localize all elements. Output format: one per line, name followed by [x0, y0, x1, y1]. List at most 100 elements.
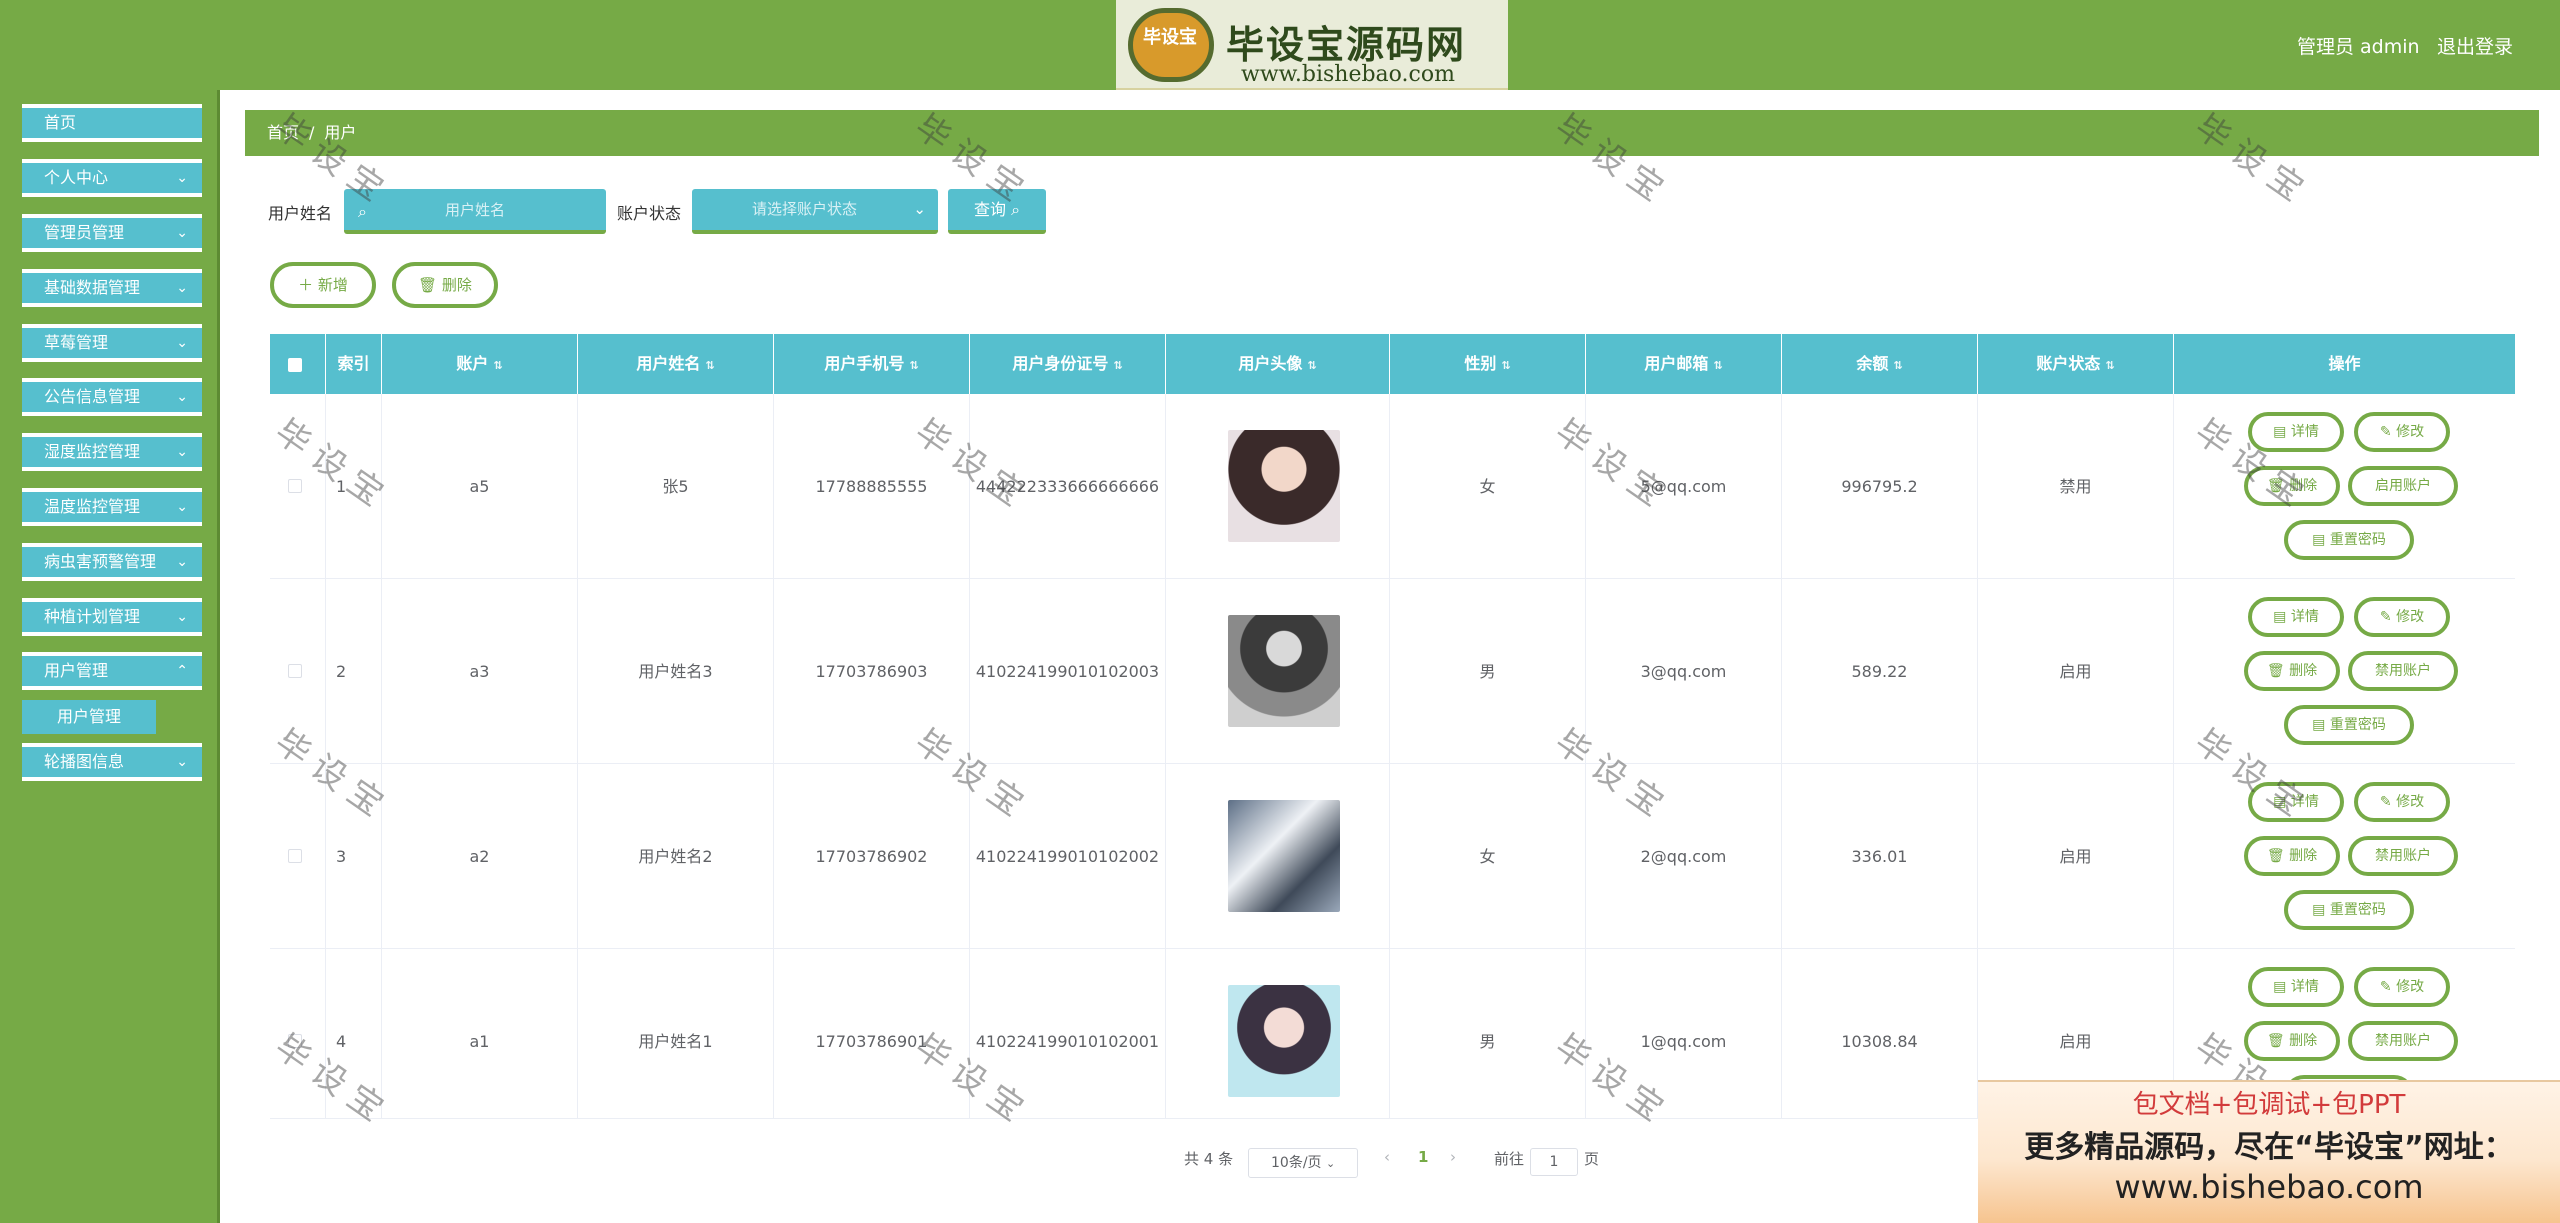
delete-button[interactable]: 🗑 删除 [2244, 466, 2340, 506]
cell-name: 用户姓名1 [578, 949, 774, 1118]
name-search-input[interactable] [344, 189, 606, 234]
sort-icon[interactable]: ⇅ [1501, 359, 1510, 372]
status-select-placeholder: 请选择账户状态 [752, 200, 858, 218]
sidebar-item-label: 基础数据管理 [44, 278, 141, 297]
toggle-account-button[interactable]: 启用账户 [2348, 466, 2458, 506]
chevron-down-icon: ⌄ [176, 444, 188, 460]
row-select-cell [270, 764, 326, 949]
sort-icon[interactable]: ⇅ [1113, 359, 1122, 372]
breadcrumb-separator: / [309, 123, 315, 142]
reset-password-button[interactable]: ▤ 重置密码 [2284, 705, 2414, 745]
sort-icon[interactable]: ⇅ [493, 359, 502, 372]
breadcrumb: 首页 / 用户 [245, 110, 2539, 156]
sidebar-item-carousel[interactable]: 轮播图信息 ⌄ [22, 743, 202, 781]
sort-icon[interactable]: ⇅ [1713, 359, 1722, 372]
col-gender[interactable]: 性别 ⇅ [1390, 334, 1586, 394]
status-select[interactable]: 请选择账户状态 ⌄ [692, 189, 938, 234]
detail-button[interactable]: ▤ 详情 [2248, 597, 2344, 637]
sidebar-item-basic-data[interactable]: 基础数据管理 ⌄ [22, 269, 202, 307]
col-phone[interactable]: 用户手机号 ⇅ [774, 334, 970, 394]
cell-id-card: 410224199010102003 [970, 579, 1166, 764]
row-checkbox[interactable] [288, 479, 302, 493]
page-number-current[interactable]: 1 [1418, 1148, 1428, 1166]
breadcrumb-home[interactable]: 首页 [267, 123, 299, 142]
reset-password-label: 重置密码 [2329, 902, 2386, 918]
reset-password-button[interactable]: ▤ 重置密码 [2284, 890, 2414, 930]
col-email-label: 用户邮箱 [1644, 354, 1709, 373]
admin-user-label: 管理员 admin [2297, 36, 2420, 58]
sidebar-item-planting-plan[interactable]: 种植计划管理 ⌄ [22, 598, 202, 636]
col-id-card[interactable]: 用户身份证号 ⇅ [970, 334, 1166, 394]
logo-url: www.bishebao.com [1241, 62, 1455, 87]
sidebar-subitem-user-management[interactable]: 用户管理 [22, 700, 156, 734]
sidebar-item-admin-management[interactable]: 管理员管理 ⌄ [22, 214, 202, 252]
col-balance[interactable]: 余额 ⇅ [1782, 334, 1978, 394]
query-button[interactable]: 查询 ⌕ [948, 189, 1046, 234]
chevron-down-icon: ⌄ [176, 280, 188, 296]
col-status[interactable]: 账户状态 ⇅ [1978, 334, 2174, 394]
sort-icon[interactable]: ⇅ [705, 359, 714, 372]
col-name[interactable]: 用户姓名 ⇅ [578, 334, 774, 394]
chevron-down-icon: ⌄ [913, 200, 926, 218]
detail-button[interactable]: ▤ 详情 [2248, 412, 2344, 452]
edit-button[interactable]: ✎ 修改 [2354, 597, 2450, 637]
toggle-account-button[interactable]: 禁用账户 [2348, 651, 2458, 691]
edit-label: 修改 [2396, 609, 2425, 625]
row-checkbox[interactable] [288, 664, 302, 678]
sidebar-item-user-management[interactable]: 用户管理 ⌃ [22, 652, 202, 690]
user-avatar-image[interactable] [1228, 430, 1340, 542]
col-avatar[interactable]: 用户头像 ⇅ [1166, 334, 1390, 394]
toggle-account-button[interactable]: 禁用账户 [2348, 1021, 2458, 1061]
sort-icon[interactable]: ⇅ [1307, 359, 1316, 372]
sidebar-item-label: 首页 [44, 113, 77, 132]
document-icon: ▤ [2312, 902, 2326, 918]
col-account[interactable]: 账户 ⇅ [382, 334, 578, 394]
row-checkbox[interactable] [288, 849, 302, 863]
goto-page-input[interactable] [1530, 1148, 1578, 1176]
row-checkbox[interactable] [288, 1034, 302, 1048]
col-phone-label: 用户手机号 [824, 354, 905, 373]
edit-button[interactable]: ✎ 修改 [2354, 782, 2450, 822]
breadcrumb-current: 用户 [324, 123, 357, 142]
document-icon: ▤ [2273, 424, 2287, 440]
sort-icon[interactable]: ⇅ [2105, 359, 2114, 372]
delete-button[interactable]: 🗑 删除 [2244, 651, 2340, 691]
user-avatar-image[interactable] [1228, 985, 1340, 1097]
reset-password-button[interactable]: ▤ 重置密码 [2284, 520, 2414, 560]
delete-button[interactable]: 🗑 删除 [2244, 836, 2340, 876]
select-all-checkbox[interactable] [288, 358, 302, 372]
sort-icon[interactable]: ⇅ [1893, 359, 1902, 372]
cell-index: 4 [326, 949, 382, 1118]
next-page-icon[interactable]: › [1450, 1148, 1456, 1166]
sidebar-item-pest-warning[interactable]: 病虫害预警管理 ⌄ [22, 543, 202, 581]
chevron-down-icon: ⌄ [176, 335, 188, 351]
sidebar-item-strawberry[interactable]: 草莓管理 ⌄ [22, 324, 202, 362]
sidebar-item-home[interactable]: 首页 [22, 104, 202, 142]
detail-button[interactable]: ▤ 详情 [2248, 967, 2344, 1007]
sort-icon[interactable]: ⇅ [909, 359, 918, 372]
page-size-select[interactable]: 10条/页 ⌄ [1248, 1148, 1358, 1178]
delete-button[interactable]: 🗑 删除 [2244, 1021, 2340, 1061]
logout-link[interactable]: 退出登录 [2437, 32, 2513, 59]
delete-label: 删除 [2289, 1033, 2318, 1049]
edit-button[interactable]: ✎ 修改 [2354, 412, 2450, 452]
sidebar-item-humidity[interactable]: 湿度监控管理 ⌄ [22, 433, 202, 471]
prev-page-icon[interactable]: ‹ [1384, 1148, 1390, 1166]
sidebar-item-announcements[interactable]: 公告信息管理 ⌄ [22, 378, 202, 416]
bulk-delete-button[interactable]: 🗑 删除 [392, 262, 498, 308]
sidebar-item-temperature[interactable]: 温度监控管理 ⌄ [22, 488, 202, 526]
chevron-down-icon: ⌄ [176, 609, 188, 625]
detail-button[interactable]: ▤ 详情 [2248, 782, 2344, 822]
toggle-account-button[interactable]: 禁用账户 [2348, 836, 2458, 876]
document-icon: ▤ [2273, 609, 2287, 625]
col-email[interactable]: 用户邮箱 ⇅ [1586, 334, 1782, 394]
cell-phone: 17703786902 [774, 764, 970, 949]
user-avatar-image[interactable] [1228, 800, 1340, 912]
add-button[interactable]: ＋ 新增 [270, 262, 376, 308]
user-avatar-image[interactable] [1228, 615, 1340, 727]
cell-status: 启用 [1978, 579, 2174, 764]
pagination-total: 共 4 条 [1184, 1150, 1234, 1168]
sidebar-item-personal-center[interactable]: 个人中心 ⌄ [22, 159, 202, 197]
table-row: 2 a3 用户姓名3 17703786903 41022419901010200… [270, 579, 2515, 764]
edit-button[interactable]: ✎ 修改 [2354, 967, 2450, 1007]
